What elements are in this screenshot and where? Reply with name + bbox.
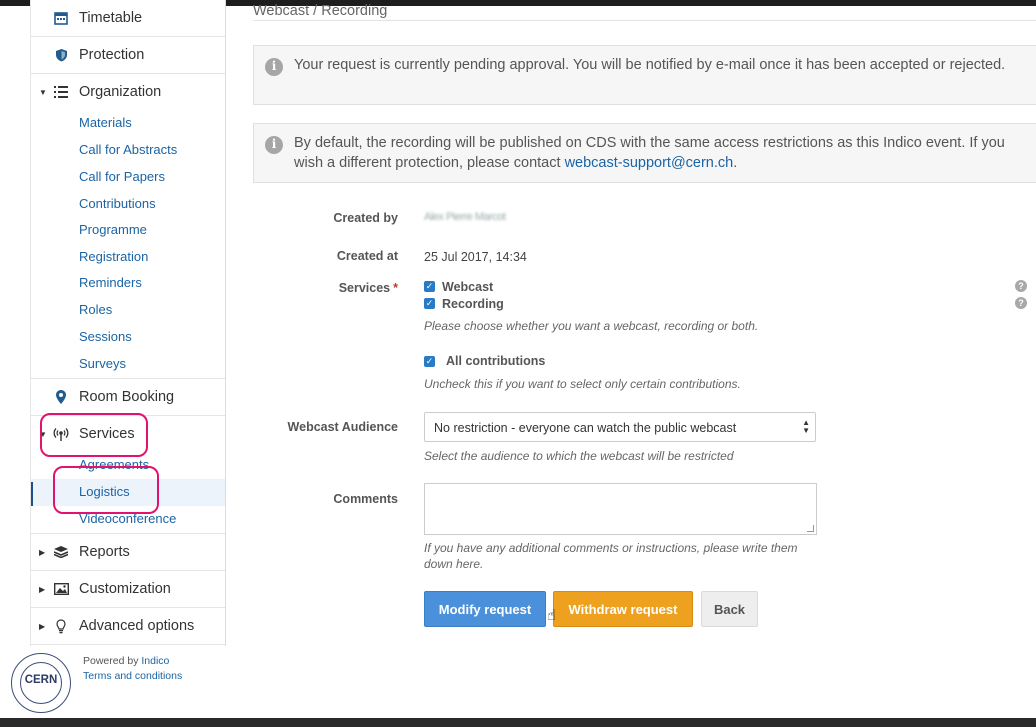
stack-icon <box>53 544 69 560</box>
hand-cursor-icon: ☝ <box>547 607 557 624</box>
comments-label: Comments <box>333 492 398 506</box>
created-by-label: Created by <box>333 211 398 225</box>
powered-by-label: Powered by <box>83 655 139 667</box>
terms-link[interactable]: Terms and conditions <box>83 670 182 682</box>
sidebar-item-label: Room Booking <box>79 389 175 405</box>
sidebar-item-label: Organization <box>79 84 162 100</box>
indico-link[interactable]: Indico <box>141 655 169 667</box>
all-contributions-label[interactable]: All contributions <box>446 354 545 368</box>
shield-icon <box>53 47 69 63</box>
created-at-label: Created at <box>336 249 398 263</box>
required-asterisk: * <box>393 281 398 295</box>
webcast-audience-selected-value: No restriction - everyone can watch the … <box>434 421 737 435</box>
list-icon <box>53 84 69 100</box>
services-label: Services * <box>339 281 398 295</box>
pending-approval-message: i Your request is currently pending appr… <box>253 45 1036 105</box>
webcast-checkbox-label[interactable]: Webcast <box>442 280 493 294</box>
sidebar-subitem-materials[interactable]: Materials <box>79 115 132 130</box>
caret-down-icon: ▼ <box>39 87 47 97</box>
terms-row: Terms and conditions <box>83 670 182 682</box>
cern-logo[interactable]: CERN <box>11 653 71 713</box>
sidebar-subitem-reminders[interactable]: Reminders <box>79 275 142 290</box>
sidebar-item-label: Protection <box>79 47 145 63</box>
webcast-checkbox[interactable]: ✓ <box>424 281 435 292</box>
info-icon: i <box>265 136 283 154</box>
sidebar-item-reports[interactable]: ▶ Reports <box>31 533 225 571</box>
created-by-value: Alex Pierre Marcot <box>424 211 506 223</box>
caret-right-icon: ▶ <box>39 621 46 631</box>
cds-info-text-block: By default, the recording will be publis… <box>294 134 1022 173</box>
caret-right-icon: ▶ <box>39 547 46 557</box>
powered-by: Powered by Indico <box>83 655 169 667</box>
sidebar-item-advanced-options[interactable]: ▶ Advanced options <box>31 608 225 645</box>
sidebar-subitem-call-for-papers[interactable]: Call for Papers <box>79 169 165 184</box>
active-item-indicator <box>31 482 33 506</box>
annotation-circle-logistics <box>53 466 159 514</box>
sidebar-item-room-booking[interactable]: Room Booking <box>31 378 225 416</box>
modify-request-button[interactable]: Modify request <box>424 591 546 627</box>
lightbulb-icon <box>53 618 69 634</box>
map-marker-icon <box>53 389 69 405</box>
bottom-bar <box>0 718 1036 727</box>
sidebar-subitem-call-for-abstracts[interactable]: Call for Abstracts <box>79 142 177 157</box>
back-button[interactable]: Back <box>701 591 758 627</box>
help-icon[interactable]: ? <box>1015 280 1027 292</box>
image-icon <box>53 581 69 597</box>
info-icon: i <box>265 58 283 76</box>
sidebar-subitem-sessions[interactable]: Sessions <box>79 329 132 344</box>
comments-hint: If you have any additional comments or i… <box>424 541 798 571</box>
comments-textarea[interactable] <box>424 483 817 535</box>
calendar-icon <box>53 10 69 26</box>
webcast-audience-label: Webcast Audience <box>287 420 398 434</box>
sidebar-subitem-programme[interactable]: Programme <box>79 222 147 237</box>
sidebar-item-timetable[interactable]: Timetable <box>31 0 225 37</box>
sidebar-subitem-surveys[interactable]: Surveys <box>79 356 126 371</box>
cds-info-period: . <box>733 154 738 171</box>
help-icon[interactable]: ? <box>1015 297 1027 309</box>
recording-checkbox[interactable]: ✓ <box>424 298 435 309</box>
sidebar-subitem-registration[interactable]: Registration <box>79 249 148 264</box>
webcast-support-email-link[interactable]: webcast-support@cern.ch <box>565 155 734 171</box>
sidebar-item-label: Advanced options <box>79 618 195 634</box>
sidebar-item-organization[interactable]: ▼ Organization <box>31 74 225 110</box>
all-contributions-hint: Uncheck this if you want to select only … <box>424 377 741 391</box>
all-contributions-checkbox[interactable]: ✓ <box>424 356 435 367</box>
sidebar-item-label: Timetable <box>79 10 143 26</box>
created-at-value: 25 Jul 2017, 14:34 <box>424 250 527 264</box>
sidebar-item-customization[interactable]: ▶ Customization <box>31 571 225 608</box>
sidebar-item-label: Customization <box>79 581 171 597</box>
sidebar-item-label: Reports <box>79 544 130 560</box>
services-hint: Please choose whether you want a webcast… <box>424 319 759 333</box>
caret-right-icon: ▶ <box>39 584 46 594</box>
sidebar-item-protection[interactable]: Protection <box>31 37 225 74</box>
breadcrumb: Webcast / Recording <box>253 3 388 19</box>
sidebar-subitem-roles[interactable]: Roles <box>79 302 112 317</box>
sidebar-subitem-contributions[interactable]: Contributions <box>79 196 156 211</box>
annotation-circle-services <box>40 413 148 457</box>
pending-approval-text: Your request is currently pending approv… <box>294 57 1006 73</box>
webcast-audience-hint: Select the audience to which the webcast… <box>424 449 734 463</box>
breadcrumb-divider <box>253 20 1036 21</box>
services-label-text: Services <box>338 281 391 295</box>
withdraw-request-button[interactable]: Withdraw request <box>553 591 693 627</box>
select-arrows-icon: ▲ ▼ <box>802 418 810 435</box>
sidebar: Timetable Protection ▼ Organization Mate… <box>30 0 226 646</box>
recording-checkbox-label[interactable]: Recording <box>442 297 504 311</box>
cds-info-message: i By default, the recording will be publ… <box>253 123 1036 183</box>
webcast-audience-select[interactable]: No restriction - everyone can watch the … <box>424 412 816 442</box>
cern-logo-text: CERN <box>24 674 58 686</box>
